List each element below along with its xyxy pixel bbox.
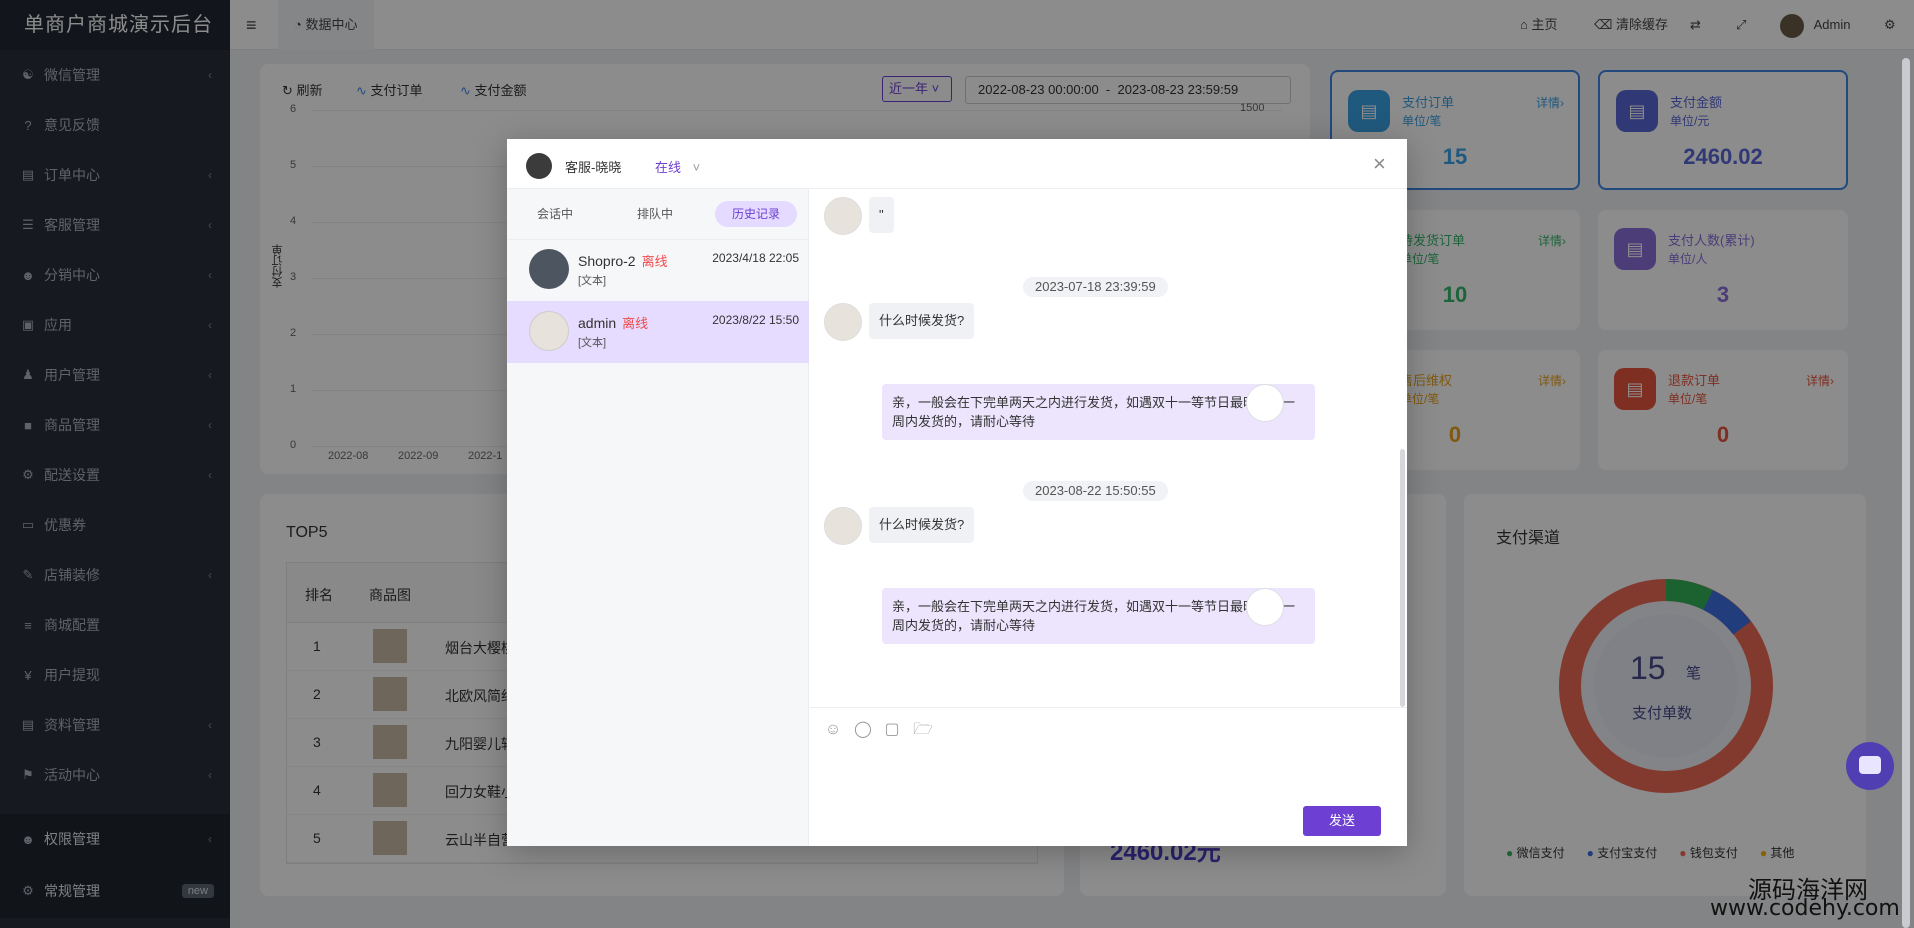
chat-float-button[interactable] <box>1846 742 1894 790</box>
close-icon[interactable]: × <box>1373 151 1386 177</box>
conversation-item[interactable]: admin 离线 2023/8/22 15:50 [文本] <box>507 301 809 363</box>
page-scrollbar[interactable] <box>1902 58 1910 928</box>
send-button[interactable]: 发送 <box>1303 806 1381 836</box>
user-avatar <box>824 507 862 545</box>
conversation-preview: [文本] <box>578 337 607 349</box>
user-avatar <box>824 303 862 341</box>
message-timestamp: 2023-08-22 15:50:55 <box>1023 481 1168 501</box>
user-avatar <box>824 197 862 235</box>
conversation-name: Shopro-2 <box>578 253 636 269</box>
conversation-status: 离线 <box>622 316 649 331</box>
message-bubble-in: 什么时候发货? <box>869 303 975 339</box>
tab-in-session[interactable]: 会话中 <box>525 201 585 227</box>
message-input[interactable] <box>820 748 1397 798</box>
modal-header: 客服-晓晓 在线 ˅ × <box>507 139 1407 189</box>
watermark-url: www.codehy.com <box>1710 896 1900 921</box>
chat-bubble-icon <box>1859 756 1881 774</box>
tab-queue[interactable]: 排队中 <box>625 201 685 227</box>
agent-avatar <box>1246 588 1284 626</box>
avatar <box>529 249 569 289</box>
conversation-status: 离线 <box>641 254 668 269</box>
conversation-time: 2023/4/18 22:05 <box>712 251 799 265</box>
agent-name: 客服-晓晓 <box>565 160 622 175</box>
message-bubble-in: 什么时候发货? <box>869 507 975 543</box>
chevron-down-icon: ˅ <box>692 160 701 175</box>
quick-reply-icon[interactable]: ◯ <box>853 720 873 740</box>
message-bubble-in: " <box>869 197 894 233</box>
folder-icon[interactable]: 🗁 <box>913 720 933 740</box>
chat-messages: " 2023-07-18 23:39:59 什么时候发货? 亲，一般会在下完单两… <box>810 189 1407 707</box>
conversation-list: 会话中 排队中 历史记录 Shopro-2 离线 2023/4/18 22:05 … <box>507 189 809 846</box>
message-timestamp: 2023-07-18 23:39:59 <box>1023 277 1168 297</box>
agent-avatar <box>526 153 552 179</box>
conversation-item[interactable]: Shopro-2 离线 2023/4/18 22:05 [文本] <box>507 239 809 301</box>
message-composer: ☺ ◯ ▢ 🗁 发送 <box>810 707 1407 846</box>
conversation-preview: [文本] <box>578 275 607 287</box>
customer-service-modal: 客服-晓晓 在线 ˅ × 会话中 排队中 历史记录 Shopro-2 离线 202… <box>507 139 1407 846</box>
avatar <box>529 311 569 351</box>
tab-history[interactable]: 历史记录 <box>715 201 797 227</box>
chat-scrollbar[interactable] <box>1400 449 1405 707</box>
goods-icon[interactable]: ▢ <box>882 720 902 740</box>
agent-avatar <box>1246 384 1284 422</box>
emoji-icon[interactable]: ☺ <box>823 720 843 740</box>
conversation-name: admin <box>578 315 617 331</box>
conversation-time: 2023/8/22 15:50 <box>712 313 799 327</box>
agent-status-select[interactable]: 在线 ˅ <box>655 157 700 176</box>
